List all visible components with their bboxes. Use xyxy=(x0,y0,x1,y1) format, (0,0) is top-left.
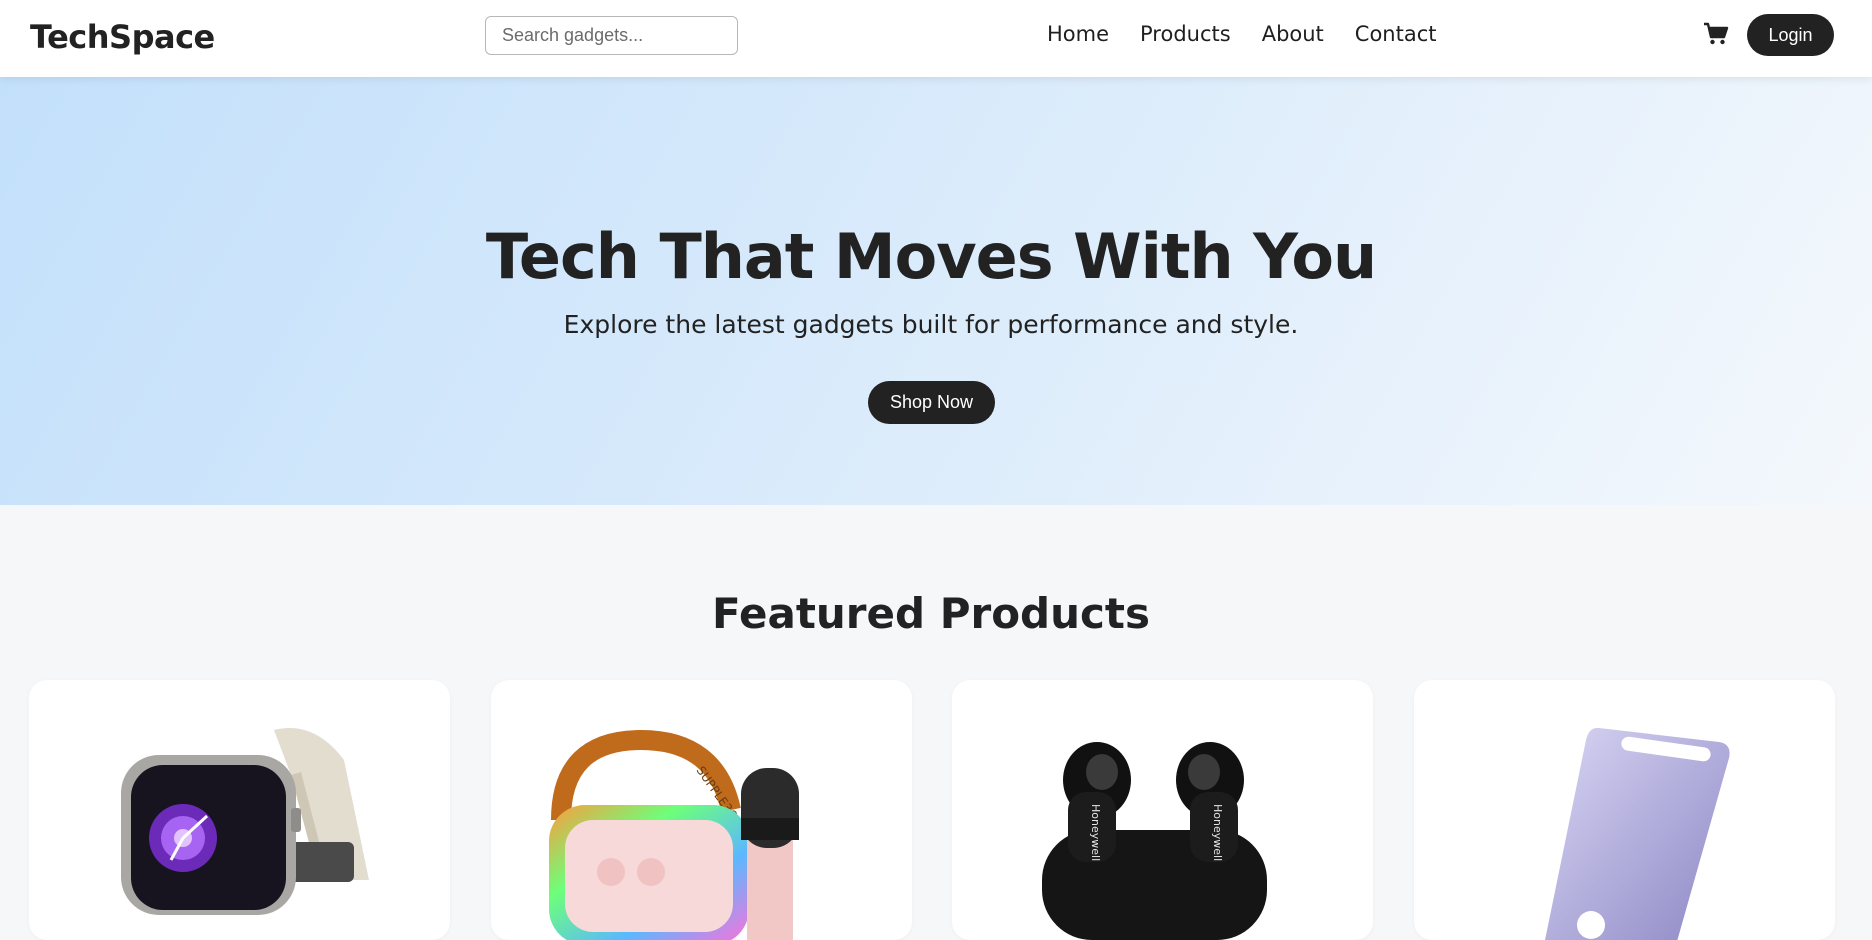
product-card-karaoke-speaker[interactable]: SUPPLE360 xyxy=(491,680,912,940)
phone-stand-image xyxy=(1545,727,1730,940)
hero-title: Tech That Moves With You xyxy=(485,220,1377,293)
main-nav: Home Products About Contact xyxy=(1047,22,1437,46)
login-button[interactable]: Login xyxy=(1747,14,1834,56)
product-card-earbuds[interactable]: Honeywell Honeywell xyxy=(952,680,1373,940)
logo[interactable]: TechSpace xyxy=(30,18,215,56)
nav-link-contact[interactable]: Contact xyxy=(1355,22,1437,46)
shop-now-button[interactable]: Shop Now xyxy=(868,381,995,424)
product-card-smartwatch[interactable] xyxy=(29,680,450,940)
hero-subtitle: Explore the latest gadgets built for per… xyxy=(563,310,1299,339)
featured-products-title: Featured Products xyxy=(712,589,1150,638)
earbud-brand-text: Honeywell xyxy=(1089,804,1102,861)
hero-banner: Tech That Moves With You Explore the lat… xyxy=(0,77,1872,505)
nav-link-products[interactable]: Products xyxy=(1140,22,1231,46)
earbuds-image: Honeywell Honeywell xyxy=(1042,742,1267,940)
search-input[interactable] xyxy=(485,16,738,55)
smartwatch-image xyxy=(121,728,369,915)
shopping-cart-icon[interactable] xyxy=(1703,22,1729,46)
navbar: TechSpace Home Products About Contact Lo… xyxy=(0,0,1872,77)
karaoke-speaker-image: SUPPLE360 xyxy=(549,729,799,940)
earbud-brand-text: Honeywell xyxy=(1211,804,1224,861)
product-card-phone-stand[interactable] xyxy=(1414,680,1835,940)
nav-link-home[interactable]: Home xyxy=(1047,22,1109,46)
nav-link-about[interactable]: About xyxy=(1262,22,1324,46)
